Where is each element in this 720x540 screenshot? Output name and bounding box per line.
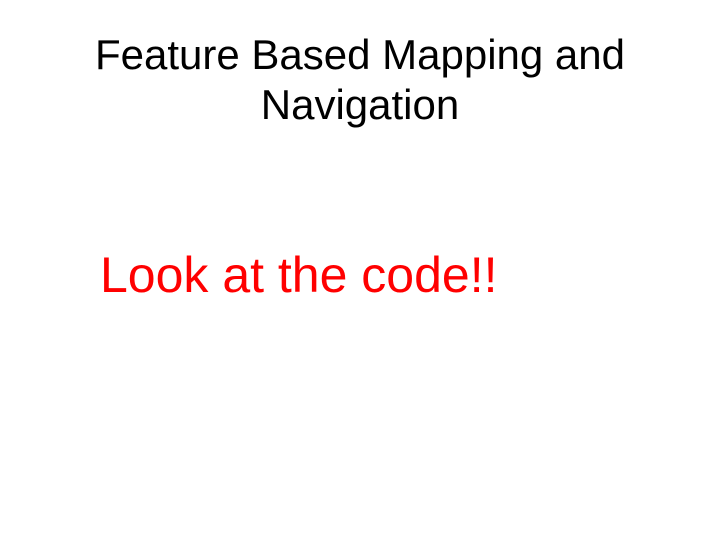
- slide-body-text: Look at the code!!: [100, 246, 660, 304]
- slide-container: Feature Based Mapping and Navigation Loo…: [0, 0, 720, 540]
- slide-title: Feature Based Mapping and Navigation: [60, 30, 660, 131]
